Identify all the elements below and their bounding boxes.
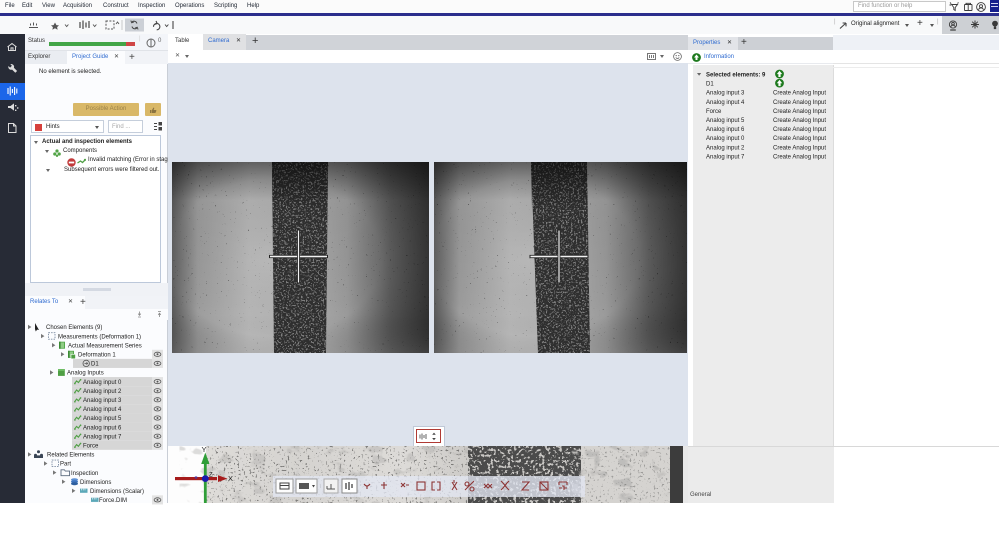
svg-text:Force.DIM: Force.DIM — [99, 498, 127, 504]
svg-text:Measurements (Deformation 1): Measurements (Deformation 1) — [58, 334, 141, 340]
svg-text:Part: Part — [60, 462, 71, 468]
svg-text:Create Analog Input: Create Analog Input — [773, 127, 826, 133]
svg-text:Analog input 3: Analog input 3 — [706, 91, 745, 97]
svg-text:Force: Force — [706, 109, 722, 115]
svg-text:Force: Force — [83, 444, 99, 450]
svg-text:Analog input 0: Analog input 0 — [706, 136, 745, 142]
svg-text:Chosen Elements (9): Chosen Elements (9) — [46, 325, 102, 331]
svg-text:Z: Z — [209, 473, 213, 479]
svg-text:Create Analog Input: Create Analog Input — [773, 136, 826, 142]
svg-text:Analog input 3: Analog input 3 — [83, 398, 122, 404]
svg-text:Analog input 5: Analog input 5 — [706, 118, 745, 124]
svg-text:Selected elements: 9: Selected elements: 9 — [706, 73, 766, 79]
svg-text:Analog Inputs: Analog Inputs — [67, 371, 104, 377]
svg-text:Analog input 6: Analog input 6 — [706, 127, 745, 133]
svg-text:Analog input 0: Analog input 0 — [83, 380, 122, 386]
svg-text:D1: D1 — [91, 362, 99, 368]
svg-text:Analog input 2: Analog input 2 — [83, 389, 122, 395]
svg-text:Dimensions (Scalar): Dimensions (Scalar) — [90, 489, 144, 495]
svg-text:Analog input 6: Analog input 6 — [83, 425, 122, 431]
svg-text:Analog input 4: Analog input 4 — [706, 100, 745, 106]
svg-text:Analog input 7: Analog input 7 — [706, 154, 745, 160]
svg-text:Create Analog Input: Create Analog Input — [773, 154, 826, 160]
svg-text:Create Analog Input: Create Analog Input — [773, 145, 826, 151]
svg-text:Analog input 5: Analog input 5 — [83, 416, 122, 422]
svg-text:X: X — [228, 474, 233, 483]
svg-text:Create Analog Input: Create Analog Input — [773, 118, 826, 124]
svg-text:Analog input 2: Analog input 2 — [706, 145, 745, 151]
svg-text:Y: Y — [202, 446, 207, 454]
svg-text:Inspection: Inspection — [71, 471, 98, 477]
svg-text:Related Elements: Related Elements — [47, 453, 94, 459]
svg-text:Analog input 7: Analog input 7 — [83, 434, 122, 440]
svg-text:Actual Measurement Series: Actual Measurement Series — [68, 343, 142, 349]
svg-text:Deformation 1: Deformation 1 — [78, 353, 116, 359]
svg-text:Create Analog Input: Create Analog Input — [773, 91, 826, 97]
svg-text:D1: D1 — [706, 82, 714, 88]
svg-text:Analog input 4: Analog input 4 — [83, 407, 122, 413]
svg-text:Create Analog Input: Create Analog Input — [773, 109, 826, 115]
svg-text:Create Analog Input: Create Analog Input — [773, 100, 826, 106]
svg-text:Dimensions: Dimensions — [80, 480, 111, 486]
